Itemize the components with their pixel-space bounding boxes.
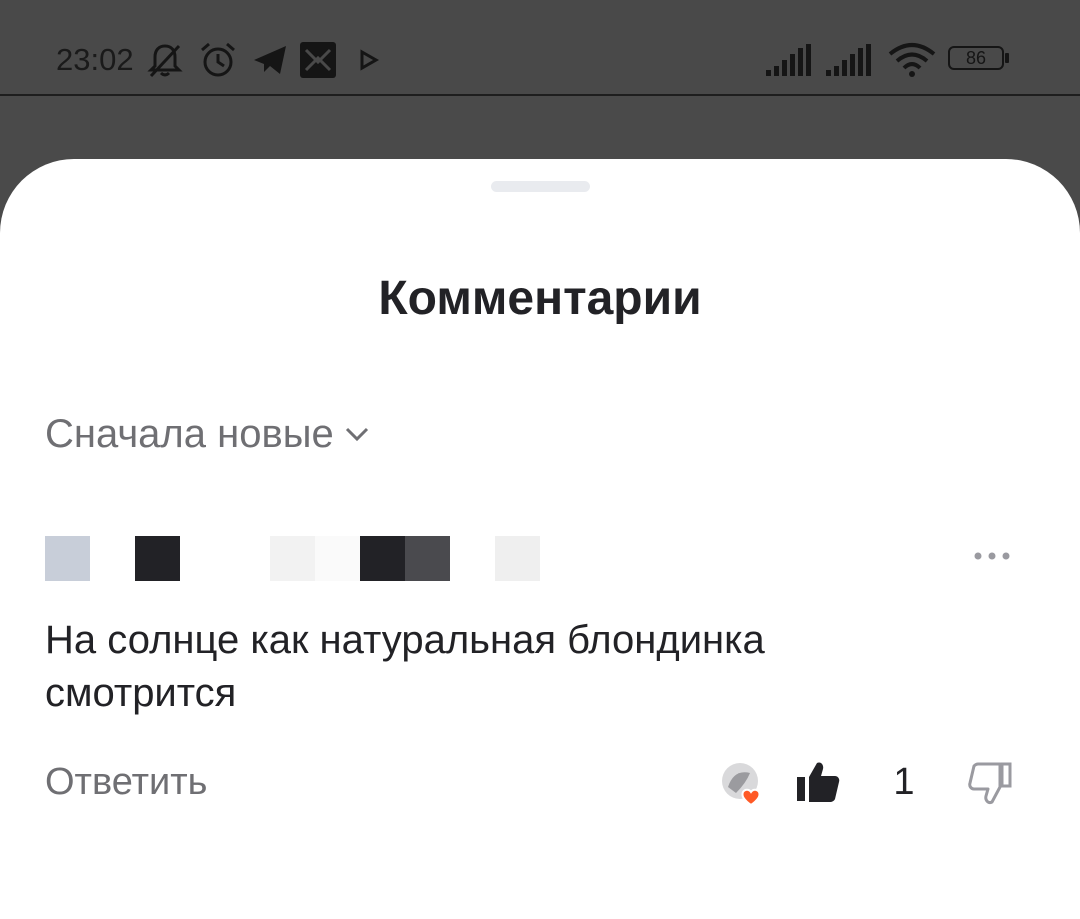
app-icon [300, 42, 336, 78]
chevron-down-icon [345, 427, 368, 442]
status-bar: 23:02 86 [0, 0, 1080, 96]
author-pixel-block [270, 536, 315, 581]
signal-icon [826, 44, 871, 76]
author-pixel-block [405, 536, 450, 581]
reaction-avatar[interactable] [720, 761, 766, 807]
alarm-icon [201, 42, 235, 77]
signal-icon [766, 44, 811, 76]
thumbs-down-icon[interactable] [968, 761, 1014, 807]
play-icon [360, 49, 380, 71]
author-pixel-block [495, 536, 540, 581]
author-pixel-block [360, 536, 405, 581]
sort-label: Сначала новые [45, 412, 334, 456]
telegram-icon [254, 46, 286, 74]
like-count: 1 [893, 761, 915, 803]
author-pixel-block [45, 536, 90, 581]
status-time: 23:02 [56, 42, 134, 77]
wifi-icon [888, 43, 936, 77]
drag-handle[interactable] [491, 181, 590, 192]
author-pixel-block [450, 536, 495, 581]
author-pixel-block [90, 536, 135, 581]
author-pixel-block [225, 536, 270, 581]
comment-text: На солнце как натуральная блондинка смот… [45, 618, 765, 715]
author-pixel-block [180, 536, 225, 581]
battery-level: 86 [948, 46, 1004, 70]
battery-icon: 86 [948, 46, 1009, 74]
reply-button[interactable]: Ответить [45, 757, 207, 807]
thumbs-up-icon[interactable] [795, 759, 841, 805]
battery-tip [1005, 53, 1009, 63]
sort-dropdown[interactable]: Сначала новые [45, 409, 370, 459]
sheet-title: Комментарии [378, 272, 702, 325]
author-pixel-block [315, 536, 360, 581]
bell-muted-icon [147, 44, 183, 78]
comments-sheet: Комментарии Сначала новые На солнце как … [0, 159, 1080, 919]
more-icon[interactable] [972, 546, 1012, 566]
author-pixel-block [135, 536, 180, 581]
author-name-pixelated [45, 536, 545, 581]
